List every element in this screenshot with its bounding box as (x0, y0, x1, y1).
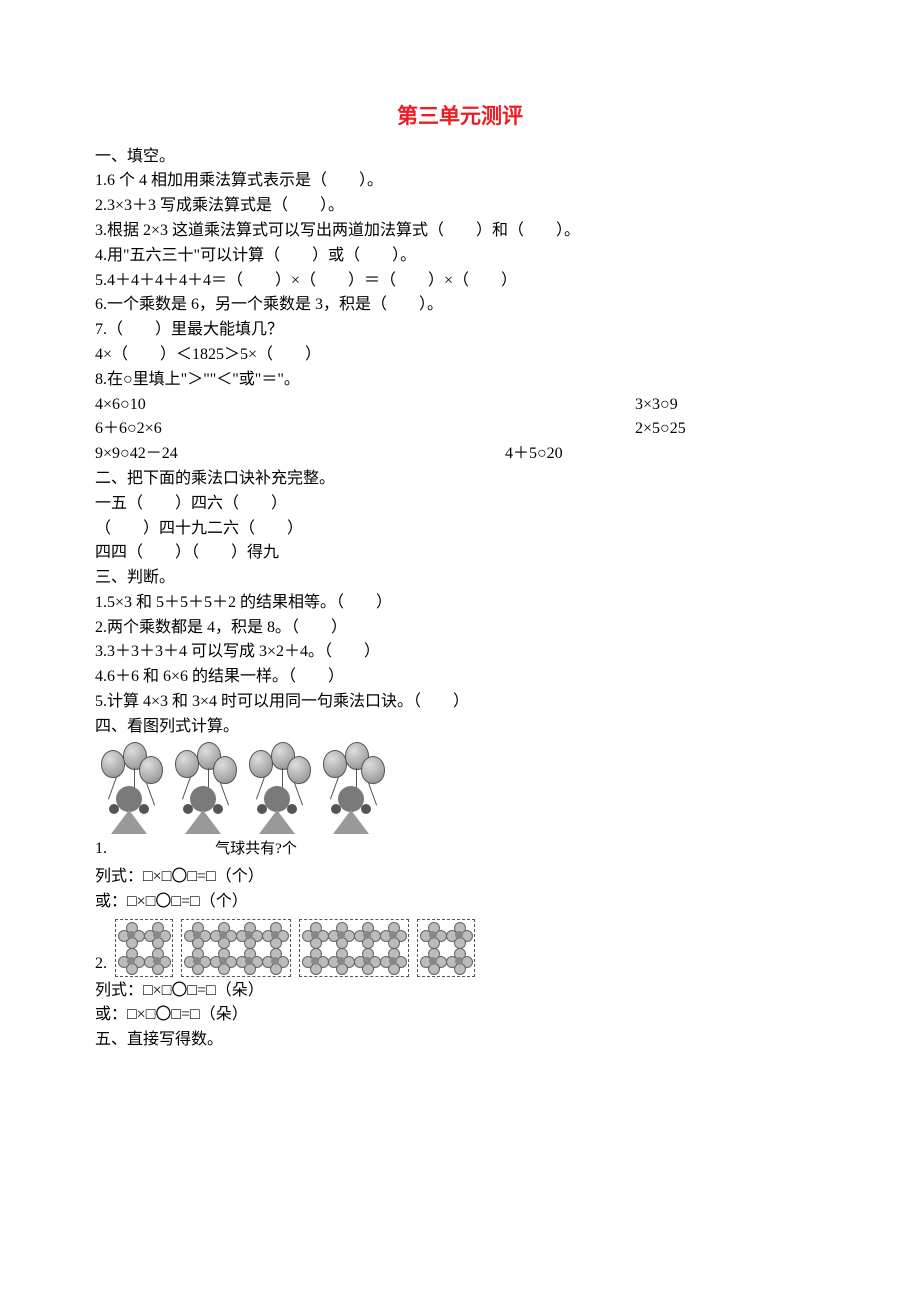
balloon-figure (95, 742, 825, 837)
flower-box-icon (299, 919, 409, 977)
s4-q2-eq2: 或：□×□〇□=□（朵） (95, 1003, 825, 1028)
s1-q8-r2b: 2×5○25 (635, 417, 825, 442)
section-4-heading: 四、看图列式计算。 (95, 715, 825, 740)
s1-q8-r3b: 4＋5○20 (505, 442, 825, 467)
s4-q2-eq1: 列式：□×□〇□=□（朵） (95, 979, 825, 1004)
s1-q8-r1a: 4×6○10 (95, 393, 635, 418)
s1-q8-row2: 6＋6○2×6 2×5○25 (95, 417, 825, 442)
s1-q8-r1b: 3×3○9 (635, 393, 825, 418)
balloon-girl-icon (317, 742, 385, 837)
s1-q5: 5.4＋4＋4＋4＋4＝（ ）×（ ）＝（ ）×（ ） (95, 269, 825, 294)
flower-box-icon (417, 919, 475, 977)
s1-q7b: 4×（ ）＜1825＞5×（ ） (95, 343, 825, 368)
s4-q1-prefix: 1. (95, 837, 107, 862)
s1-q8-row1: 4×6○10 3×3○9 (95, 393, 825, 418)
section-3-heading: 三、判断。 (95, 566, 825, 591)
s4-q1-eq1: 列式：□×□〇□=□（个） (95, 865, 825, 890)
balloon-girl-icon (243, 742, 311, 837)
section-5-heading: 五、直接写得数。 (95, 1028, 825, 1053)
s3-q2: 2.两个乘数都是 4，积是 8。（ ） (95, 616, 825, 641)
flower-box-icon (115, 919, 173, 977)
s1-q7: 7.（ ）里最大能填几？ (95, 318, 825, 343)
balloon-girl-icon (95, 742, 163, 837)
page-title: 第三单元测评 (95, 100, 825, 133)
s3-q5: 5.计算 4×3 和 3×4 时可以用同一句乘法口诀。（ ） (95, 690, 825, 715)
s1-q8-r2a: 6＋6○2×6 (95, 417, 635, 442)
s4-q2-prefix: 2. (95, 952, 107, 977)
s3-q4: 4.6＋6 和 6×6 的结果一样。（ ） (95, 665, 825, 690)
balloon-girl-icon (169, 742, 237, 837)
s1-q8-row3: 9×9○42－24 4＋5○20 (95, 442, 825, 467)
s1-q8: 8.在○里填上"＞""＜"或"＝"。 (95, 368, 825, 393)
s1-q6: 6.一个乘数是 6，另一个乘数是 3，积是（ ）。 (95, 293, 825, 318)
s1-q1: 1.6 个 4 相加用乘法算式表示是（ ）。 (95, 169, 825, 194)
s1-q8-r3a: 9×9○42－24 (95, 442, 505, 467)
s1-q4: 4.用"五六三十"可以计算（ ）或（ ）。 (95, 244, 825, 269)
s3-q3: 3.3＋3＋3＋4 可以写成 3×2＋4。（ ） (95, 640, 825, 665)
s2-l2: （ ）四十九二六（ ） (95, 517, 825, 542)
s4-q1-eq2: 或：□×□〇□=□（个） (95, 890, 825, 915)
s2-l1: 一五（ ）四六（ ） (95, 492, 825, 517)
s1-q3: 3.根据 2×3 这道乘法算式可以写出两道加法算式（ ）和（ ）。 (95, 219, 825, 244)
balloon-caption: 气球共有?个 (111, 838, 401, 861)
section-2-heading: 二、把下面的乘法口诀补充完整。 (95, 467, 825, 492)
flower-figure: 2. (95, 919, 825, 977)
section-1-heading: 一、填空。 (95, 145, 825, 170)
flower-box-icon (181, 919, 291, 977)
s1-q2: 2.3×3＋3 写成乘法算式是（ ）。 (95, 194, 825, 219)
s3-q1: 1.5×3 和 5＋5＋5＋2 的结果相等。（ ） (95, 591, 825, 616)
s2-l3: 四四（ ）（ ）得九 (95, 541, 825, 566)
